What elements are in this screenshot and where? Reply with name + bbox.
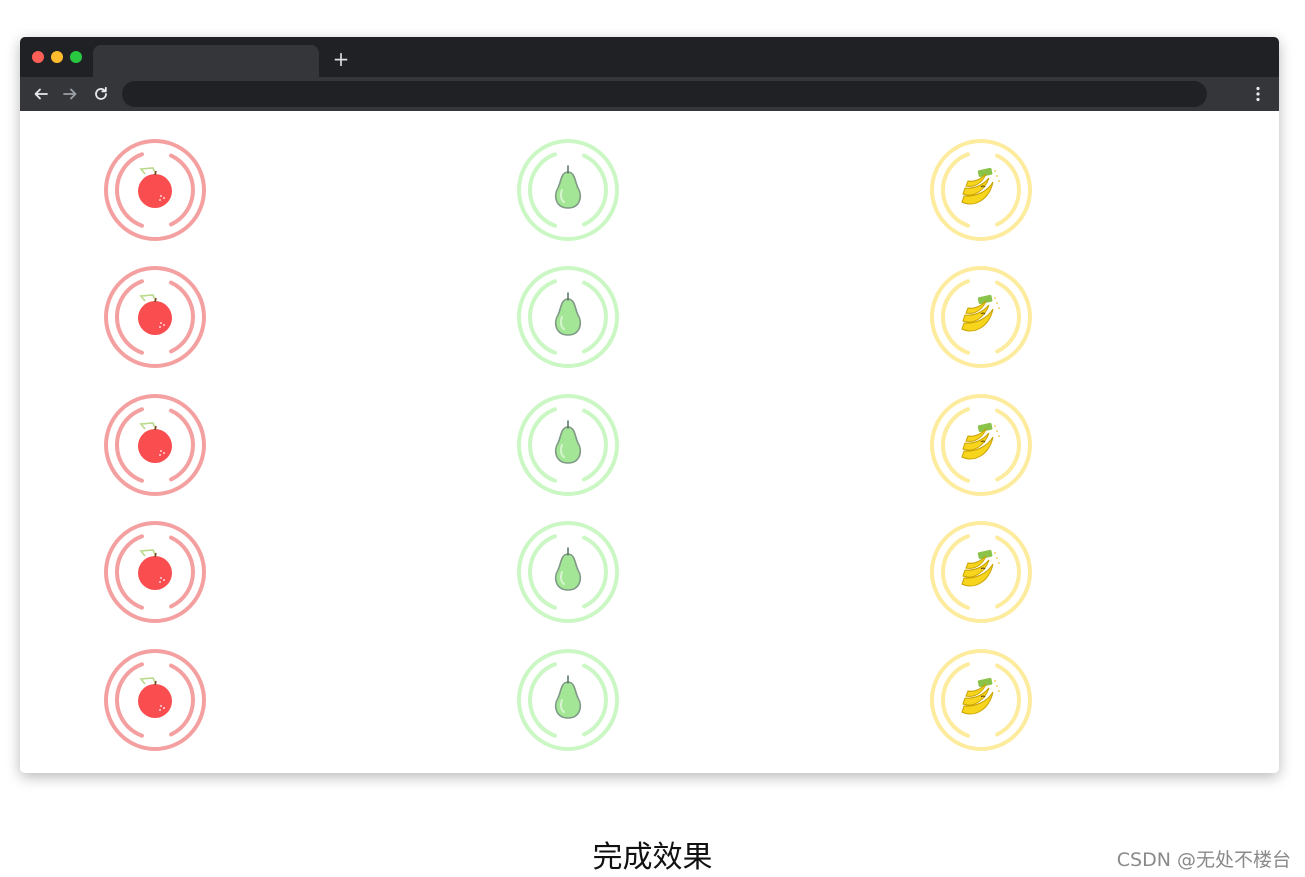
inner-arc [528,152,557,228]
inner-arc [582,280,608,354]
apple-loader [103,393,207,497]
inner-arc [169,408,195,482]
inner-arc [995,408,1021,482]
inner-arc [169,280,195,354]
pear-loader [516,138,620,242]
inner-arc [169,153,195,227]
minimize-window-dot[interactable] [51,51,63,63]
pear-loader [516,648,620,752]
inner-arc [582,153,608,227]
fruit-loading-grid [20,111,1279,773]
maximize-window-dot[interactable] [70,51,82,63]
apple-loader [103,138,207,242]
inner-arc [528,407,557,483]
inner-arc [995,663,1021,737]
apple-icon [138,677,172,718]
reload-button[interactable] [90,83,112,105]
new-tab-button[interactable]: + [330,48,352,70]
tab-bar: + [20,37,1279,77]
inner-arc [528,279,557,355]
page-viewport [20,111,1279,773]
banana-loader [929,648,1033,752]
back-button[interactable] [30,83,52,105]
banana-loader [929,393,1033,497]
inner-arc [582,535,608,609]
watermark: CSDN @无处不楼台 [1116,849,1291,871]
banana-loader [929,265,1033,369]
window-controls [32,51,82,63]
pear-icon [554,675,582,719]
browser-menu-button[interactable] [1247,83,1269,105]
inner-arc [582,663,608,737]
apple-icon [138,422,172,463]
menu-dots-icon [1256,86,1260,102]
reload-icon [95,86,107,100]
apple-loader [103,265,207,369]
inner-arc [169,663,195,737]
inner-arc [995,535,1021,609]
caption: 完成效果 [592,840,713,875]
banana-loader [929,520,1033,624]
pear-loader [516,520,620,624]
banana-icon [961,294,1000,332]
address-bar[interactable] [122,81,1207,107]
inner-arc [995,280,1021,354]
pear-icon [554,292,582,336]
forward-arrow-icon [63,88,77,100]
apple-loader [103,648,207,752]
banana-icon [961,167,1000,205]
banana-icon [961,549,1000,587]
browser-window: + [20,37,1279,773]
back-arrow-icon [34,88,48,100]
inner-arc [528,534,557,610]
pear-icon [554,547,582,591]
inner-arc [582,408,608,482]
apple-icon [138,549,172,590]
inner-arc [995,153,1021,227]
banana-loader [929,138,1033,242]
apple-icon [138,294,172,335]
pear-icon [554,420,582,464]
apple-icon [138,167,172,208]
forward-button[interactable] [59,83,81,105]
pear-loader [516,393,620,497]
inner-arc [169,535,195,609]
browser-toolbar [20,77,1279,111]
banana-icon [961,677,1000,715]
close-window-dot[interactable] [32,51,44,63]
apple-loader [103,520,207,624]
inner-arc [528,662,557,738]
pear-loader [516,265,620,369]
banana-icon [961,422,1000,460]
active-tab[interactable] [93,45,319,77]
pear-icon [554,165,582,209]
